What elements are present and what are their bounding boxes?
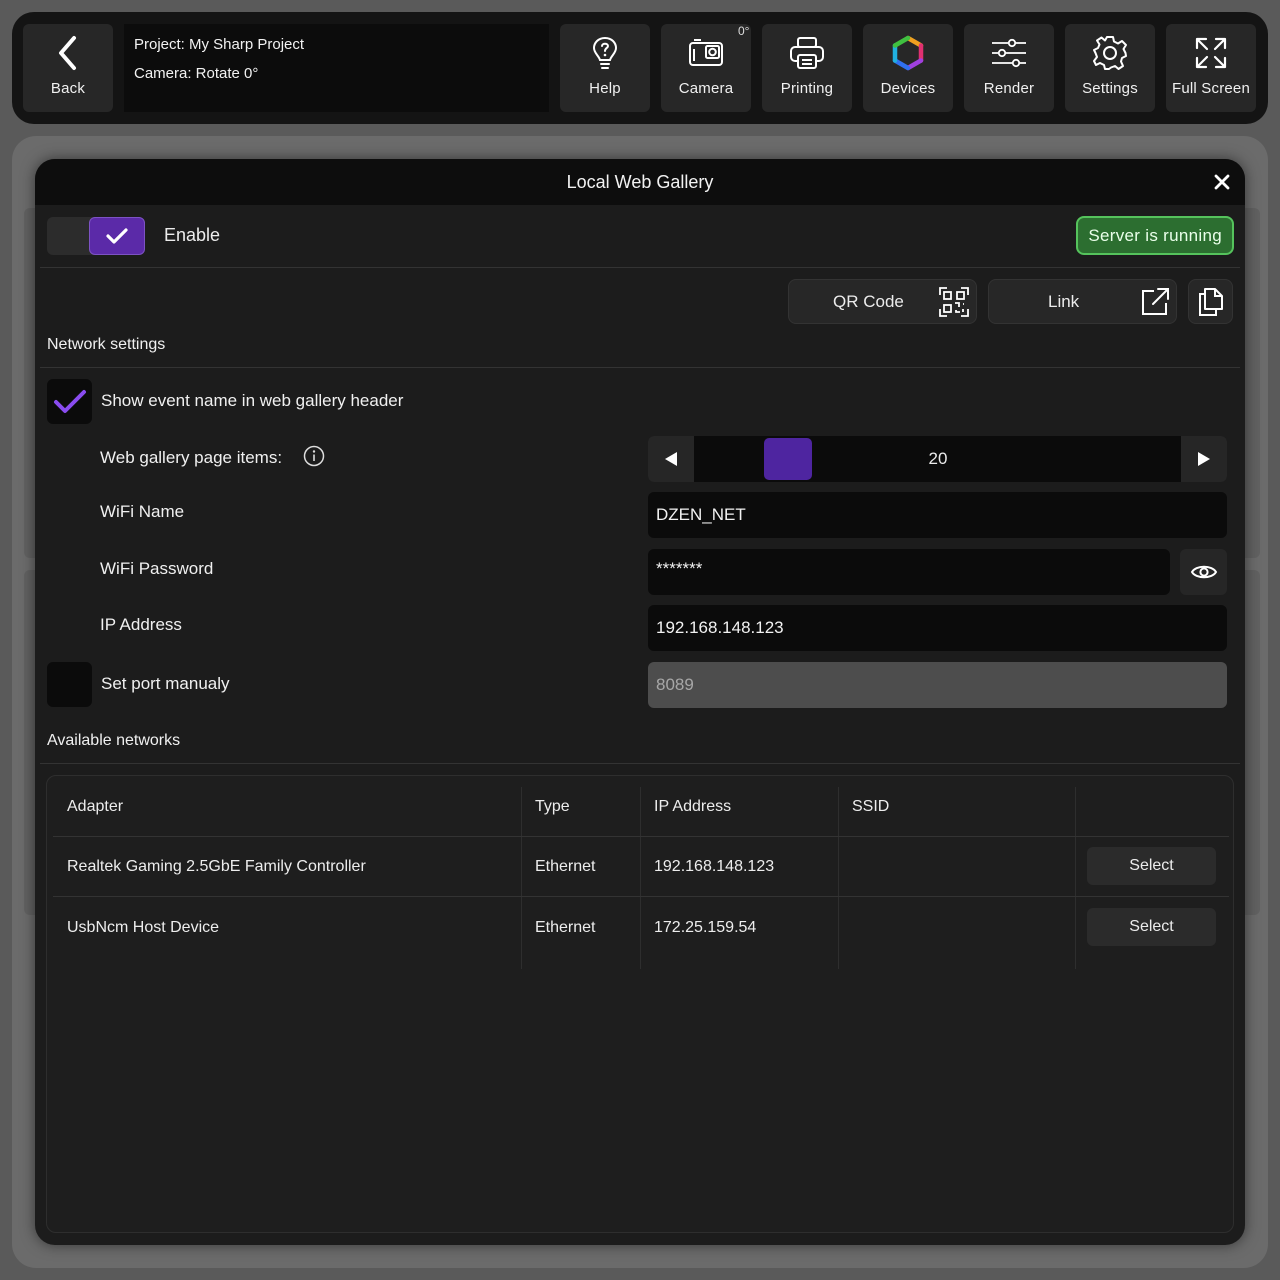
wifi-name-label: WiFi Name [100, 502, 185, 521]
networks-table: Adapter Type IP Address SSID Realtek Gam… [46, 775, 1234, 1233]
column-header: Adapter [67, 798, 124, 815]
qr-code-button[interactable]: QR Code [788, 279, 977, 324]
increment-button[interactable] [1181, 436, 1227, 482]
available-networks-heading: Available networks [47, 732, 181, 749]
expand-icon [1194, 34, 1228, 72]
camera-rotation-text: Camera: Rotate 0° [134, 65, 259, 82]
back-label: Back [50, 80, 86, 97]
link-button[interactable]: Link [988, 279, 1177, 324]
back-button[interactable]: Back [23, 24, 113, 112]
ssid-cell [838, 836, 852, 897]
network-settings-heading: Network settings [47, 336, 166, 353]
qr-code-icon [939, 287, 969, 317]
set-port-label: Set port manualy [101, 674, 230, 693]
type-cell: Ethernet [535, 919, 596, 936]
page-items-stepper[interactable]: 20 [648, 436, 1227, 482]
wifi-name-field[interactable]: DZEN_NET [648, 492, 1227, 538]
divider [40, 267, 1240, 268]
settings-label: Settings [1082, 80, 1138, 97]
project-name: Project: My Sharp Project [134, 36, 305, 53]
render-button[interactable]: Render [964, 24, 1054, 112]
select-network-button[interactable]: Select [1087, 847, 1216, 885]
devices-label: Devices [880, 80, 936, 97]
show-event-label: Show event name in web gallery header [101, 391, 404, 410]
set-port-checkbox[interactable] [47, 662, 92, 707]
camera-icon [688, 34, 724, 72]
divider [40, 367, 1240, 368]
column-header: Type [535, 798, 570, 815]
printing-button[interactable]: Printing [762, 24, 852, 112]
adapter-cell: UsbNcm Host Device [67, 919, 220, 936]
triangle-right-icon [1198, 452, 1210, 466]
qr-code-label: QR Code [833, 292, 904, 311]
column-header: IP Address [654, 798, 732, 815]
ip-address-field[interactable]: 192.168.148.123 [648, 605, 1227, 651]
link-label: Link [1048, 292, 1080, 311]
render-label: Render [983, 80, 1035, 97]
copy-icon [1198, 287, 1224, 317]
devices-ring-icon [890, 34, 926, 72]
table-header-row: Adapter Type IP Address SSID [53, 776, 1229, 837]
show-password-button[interactable] [1180, 549, 1227, 595]
gear-icon [1092, 34, 1128, 72]
dialog-title: Local Web Gallery [566, 172, 714, 192]
adapter-cell: Realtek Gaming 2.5GbE Family Controller [67, 858, 366, 875]
camera-rotation-badge: 0° [738, 24, 750, 38]
close-icon[interactable] [1213, 173, 1231, 191]
page-items-value: 20 [928, 449, 948, 468]
show-event-checkbox[interactable] [47, 379, 92, 424]
page-items-label: Web gallery page items: [100, 448, 283, 467]
eye-icon [1190, 565, 1217, 579]
checkmark-icon [53, 389, 86, 413]
enable-toggle[interactable] [47, 217, 145, 255]
port-field[interactable]: 8089 [648, 662, 1227, 708]
divider [40, 763, 1240, 764]
info-icon[interactable] [303, 445, 325, 467]
devices-button[interactable]: Devices [863, 24, 953, 112]
ip-cell: 172.25.159.54 [654, 919, 757, 936]
checkmark-icon [106, 228, 128, 244]
copy-link-button[interactable] [1188, 279, 1233, 324]
table-row: UsbNcm Host Device Ethernet 172.25.159.5… [53, 897, 1229, 958]
server-status-badge: Server is running [1076, 216, 1234, 255]
project-info: Project: My Sharp Project Camera: Rotate… [124, 24, 549, 112]
ssid-cell [838, 897, 852, 958]
decrement-button[interactable] [648, 436, 694, 482]
fullscreen-button[interactable]: Full Screen [1166, 24, 1256, 112]
toggle-knob [89, 217, 145, 255]
lightbulb-help-icon [590, 34, 620, 72]
enable-label: Enable [164, 225, 221, 245]
table-row: Realtek Gaming 2.5GbE Family Controller … [53, 836, 1229, 897]
fullscreen-label: Full Screen [1171, 80, 1251, 97]
wifi-password-label: WiFi Password [100, 559, 214, 578]
printing-label: Printing [780, 80, 834, 97]
top-toolbar: Back Project: My Sharp Project Camera: R… [12, 12, 1268, 124]
help-label: Help [589, 80, 621, 97]
web-gallery-dialog: Local Web Gallery Enable Server is runni… [35, 159, 1245, 1245]
slider-thumb[interactable] [764, 438, 812, 480]
chevron-left-icon [55, 34, 81, 72]
help-button[interactable]: Help [560, 24, 650, 112]
external-link-icon [1140, 287, 1170, 317]
type-cell: Ethernet [535, 858, 596, 875]
printer-icon [789, 34, 825, 72]
column-header: SSID [852, 798, 890, 815]
camera-label: Camera [678, 80, 734, 97]
ip-address-label: IP Address [100, 615, 182, 634]
triangle-left-icon [665, 452, 677, 466]
dialog-header: Local Web Gallery [35, 159, 1245, 205]
wifi-password-field[interactable]: ******* [648, 549, 1170, 595]
ip-cell: 192.168.148.123 [654, 858, 775, 875]
sliders-icon [990, 34, 1028, 72]
select-network-button[interactable]: Select [1087, 908, 1216, 946]
settings-button[interactable]: Settings [1065, 24, 1155, 112]
